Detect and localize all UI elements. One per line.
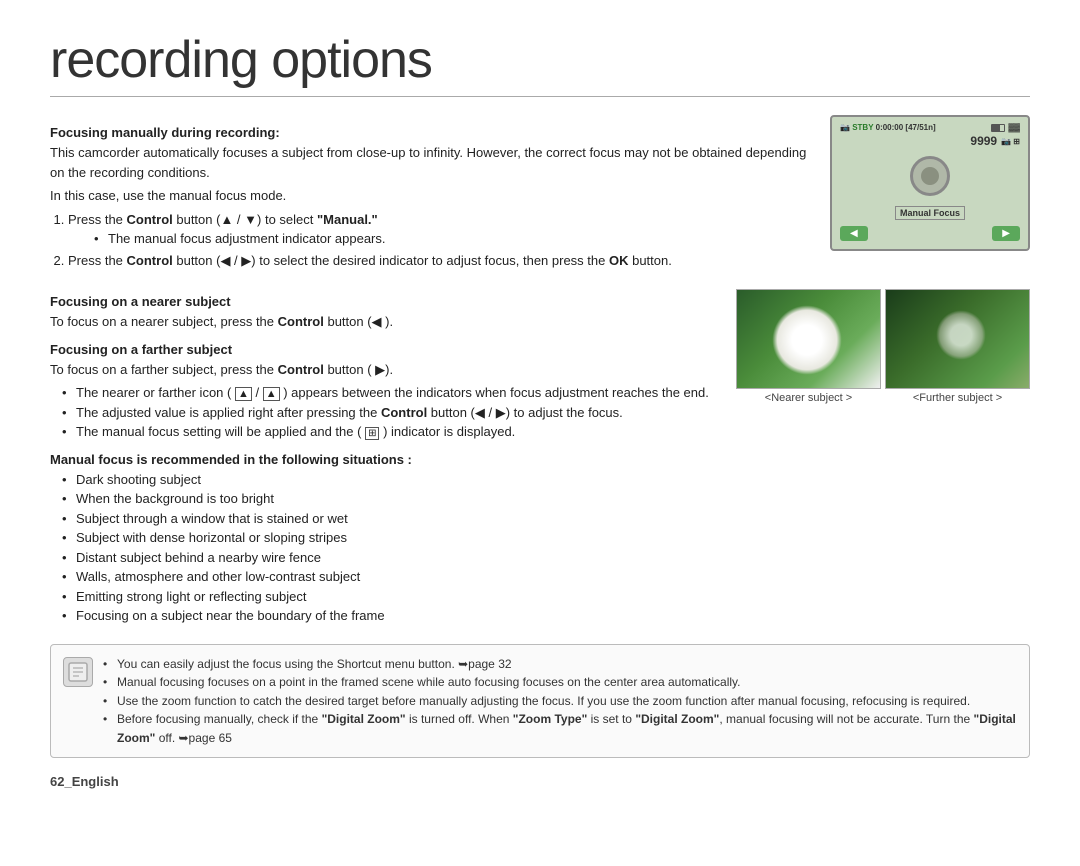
lcd-icons-right: ▓▓ bbox=[991, 123, 1020, 132]
lcd-dial bbox=[910, 156, 950, 196]
content-area: Focusing manually during recording: This… bbox=[50, 115, 1030, 789]
nearer-subject-image bbox=[736, 289, 881, 389]
step-2: Press the Control button (◀ / ▶) to sele… bbox=[68, 251, 810, 271]
recommended-heading: Manual focus is recommended in the follo… bbox=[50, 452, 726, 467]
note-3: Use the zoom function to catch the desir… bbox=[103, 692, 1017, 711]
lcd-status: 📷 STBY 0:00:00 [47/51n] bbox=[840, 123, 936, 132]
lcd-manual-focus-label: Manual Focus bbox=[895, 206, 965, 220]
farther-bullets: The nearer or farther icon ( ▲ / ▲ ) app… bbox=[62, 383, 726, 442]
farther-body: To focus on a farther subject, press the… bbox=[50, 360, 726, 380]
focusing-manually-intro2: In this case, use the manual focus mode. bbox=[50, 186, 810, 206]
nearer-caption: <Nearer subject > bbox=[736, 392, 881, 404]
farther-bullet-3: The manual focus setting will be applied… bbox=[62, 422, 726, 442]
top-section: Focusing manually during recording: This… bbox=[50, 115, 1030, 274]
farther-subject-image bbox=[885, 289, 1030, 389]
nearer-heading: Focusing on a nearer subject bbox=[50, 294, 726, 309]
note-bullets: You can easily adjust the focus using th… bbox=[103, 655, 1017, 748]
rec-item-5: Distant subject behind a nearby wire fen… bbox=[62, 548, 726, 568]
note-1: You can easily adjust the focus using th… bbox=[103, 655, 1017, 674]
note-4: Before focusing manually, check if the "… bbox=[103, 710, 1017, 747]
flower-captions: <Nearer subject > <Further subject > bbox=[736, 392, 1030, 404]
rec-item-1: Dark shooting subject bbox=[62, 470, 726, 490]
lcd-near-btn[interactable]: ◀ bbox=[840, 226, 868, 241]
lcd-far-btn[interactable]: ▶ bbox=[992, 226, 1020, 241]
nearer-body: To focus on a nearer subject, press the … bbox=[50, 312, 726, 332]
rec-item-2: When the background is too bright bbox=[62, 489, 726, 509]
farther-bullet-1: The nearer or farther icon ( ▲ / ▲ ) app… bbox=[62, 383, 726, 403]
farther-heading: Focusing on a farther subject bbox=[50, 342, 726, 357]
lcd-top-bar: 📷 STBY 0:00:00 [47/51n] ▓▓ bbox=[840, 123, 1020, 132]
rec-item-4: Subject with dense horizontal or sloping… bbox=[62, 528, 726, 548]
focusing-manually-intro: This camcorder automatically focuses a s… bbox=[50, 143, 810, 182]
lcd-counter: 9999 bbox=[970, 134, 997, 148]
recommended-list: Dark shooting subject When the backgroun… bbox=[62, 470, 726, 626]
flower-images: <Nearer subject > <Further subject > bbox=[736, 289, 1030, 632]
rec-item-3: Subject through a window that is stained… bbox=[62, 509, 726, 529]
middle-section: Focusing on a nearer subject To focus on… bbox=[50, 284, 1030, 632]
note-2: Manual focusing focuses on a point in th… bbox=[103, 673, 1017, 692]
page-title: recording options bbox=[50, 30, 1030, 97]
step1-sub: The manual focus adjustment indicator ap… bbox=[94, 229, 810, 249]
farther-caption: <Further subject > bbox=[885, 392, 1030, 404]
rec-item-8: Focusing on a subject near the boundary … bbox=[62, 606, 726, 626]
flower-row bbox=[736, 289, 1030, 389]
page-footer: 62_English bbox=[50, 774, 1030, 789]
step1-sub-list: The manual focus adjustment indicator ap… bbox=[94, 229, 810, 249]
step-list: Press the Control button (▲ / ▼) to sele… bbox=[68, 210, 810, 271]
rec-item-7: Emitting strong light or reflecting subj… bbox=[62, 587, 726, 607]
focusing-manually-heading: Focusing manually during recording: bbox=[50, 125, 810, 140]
lcd-screen: 📷 STBY 0:00:00 [47/51n] ▓▓ 9999 📷 ⊞ bbox=[830, 115, 1030, 251]
note-box: You can easily adjust the focus using th… bbox=[50, 644, 1030, 759]
step-1: Press the Control button (▲ / ▼) to sele… bbox=[68, 210, 810, 249]
camcorder-display: 📷 STBY 0:00:00 [47/51n] ▓▓ 9999 📷 ⊞ bbox=[830, 115, 1030, 274]
farther-bullet-2: The adjusted value is applied right afte… bbox=[62, 403, 726, 423]
lcd-focus-row: ◀ ▶ bbox=[840, 226, 1020, 241]
note-icon bbox=[63, 657, 93, 687]
middle-text: Focusing on a nearer subject To focus on… bbox=[50, 284, 726, 632]
top-text: Focusing manually during recording: This… bbox=[50, 115, 810, 274]
rec-item-6: Walls, atmosphere and other low-contrast… bbox=[62, 567, 726, 587]
